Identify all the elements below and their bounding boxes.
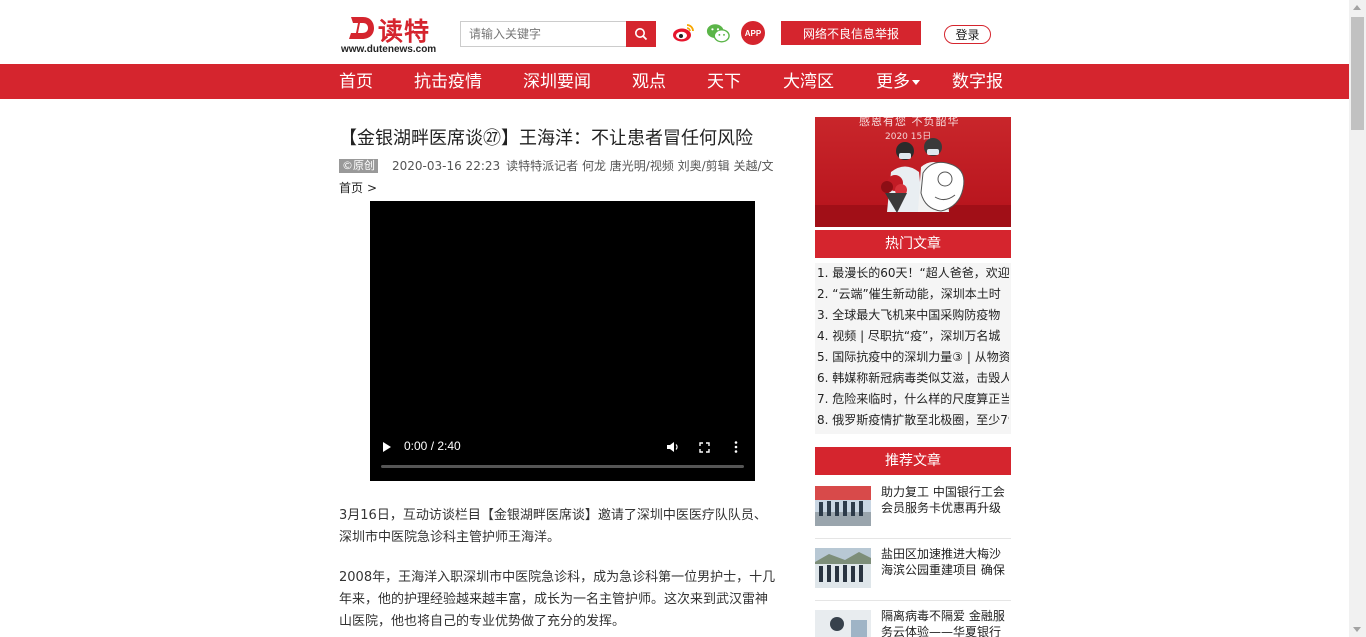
site-logo[interactable]: 读特 www.dutenews.com: [340, 12, 450, 58]
divider: [815, 600, 1011, 601]
recommended-article-title: 隔离病毒不隔爱 金融服务云体验——华夏银行: [881, 609, 1005, 637]
logo-text: 读特: [378, 17, 431, 46]
recommended-thumbnail: [815, 486, 871, 526]
fullscreen-icon[interactable]: [699, 442, 710, 453]
logo-d-icon: [349, 17, 374, 39]
main-nav: 首页 抗击疫情 深圳要闻 观点 天下 大湾区 更多 数字报: [0, 64, 1349, 99]
app-icon[interactable]: APP: [741, 21, 765, 45]
article-meta: ©原创 2020-03-16 22:23 读特特派记者 何龙 唐光明/视频 刘奥…: [339, 157, 774, 174]
volume-icon[interactable]: [666, 441, 680, 453]
wechat-icon[interactable]: [706, 21, 730, 45]
caret-down-icon: [912, 79, 920, 85]
article-paragraph: 2008年，王海洋入职深圳市中医院急诊科，成为急诊科第一位男护士，十几年来，他的…: [339, 570, 776, 629]
hot-articles-heading: 热门文章: [815, 230, 1011, 258]
video-time: 0:00 / 2:40: [404, 439, 461, 453]
nav-more-label: 更多: [876, 72, 910, 92]
video-player[interactable]: 0:00 / 2:40: [370, 201, 755, 481]
nav-item-home[interactable]: 首页: [339, 64, 373, 99]
nav-item-more[interactable]: 更多: [876, 64, 920, 99]
article-paragraph: 3月16日，互动访谈栏目【金银湖畔医席谈】邀请了深圳中医医疗队队员、深圳市中医院…: [339, 508, 767, 545]
hot-article-item[interactable]: 8. 俄罗斯疫情扩散至北极圈，至少79: [817, 410, 1009, 431]
nav-item-bay-area[interactable]: 大湾区: [783, 64, 834, 99]
hot-article-item[interactable]: 5. 国际抗疫中的深圳力量③ | 从物资: [817, 347, 1009, 368]
breadcrumb-arrow: >: [367, 181, 378, 195]
hot-article-item[interactable]: 4. 视频 | 尽职抗“疫”，深圳万名城: [817, 326, 1009, 347]
hot-article-item[interactable]: 1. 最漫长的60天！“超人爸爸，欢迎: [817, 263, 1009, 284]
recommended-article-item[interactable]: 隔离病毒不隔爱 金融服务云体验——华夏银行: [815, 609, 1011, 637]
original-badge: ©原创: [339, 158, 378, 173]
scroll-thumb[interactable]: [1351, 17, 1364, 130]
banner-illustration: [815, 138, 1011, 227]
nav-item-opinion[interactable]: 观点: [632, 64, 666, 99]
recommended-thumbnail: [815, 548, 871, 588]
recommended-article-item[interactable]: 盐田区加速推进大梅沙海滨公园重建项目 确保: [815, 547, 1011, 600]
video-progress-bar[interactable]: [381, 465, 744, 468]
recommended-article-title: 助力复工 中国银行工会会员服务卡优惠再升级: [881, 485, 1005, 515]
sidebar-banner-image[interactable]: 感恩有您 不负韶华 2020 15日: [815, 117, 1011, 227]
scroll-down-arrow-icon[interactable]: [1353, 627, 1361, 632]
breadcrumb: 首页 >: [339, 179, 377, 196]
hot-article-item[interactable]: 2. “云端”催生新动能，深圳本土时: [817, 284, 1009, 305]
more-options-icon[interactable]: [734, 441, 738, 453]
search-button[interactable]: [626, 21, 656, 47]
recommended-article-item[interactable]: 助力复工 中国银行工会会员服务卡优惠再升级: [815, 485, 1011, 538]
nav-item-digital-paper[interactable]: 数字报: [952, 64, 1003, 99]
search-box: [460, 21, 656, 47]
report-button[interactable]: 网络不良信息举报: [781, 21, 921, 45]
nav-item-world[interactable]: 天下: [707, 64, 741, 99]
play-icon[interactable]: [383, 442, 391, 452]
divider: [815, 538, 1011, 539]
nav-item-shenzhen[interactable]: 深圳要闻: [523, 64, 591, 99]
article-datetime: 2020-03-16 22:23: [392, 158, 501, 173]
login-button[interactable]: 登录: [944, 25, 991, 44]
search-input[interactable]: [461, 22, 627, 46]
article-title: 【金银湖畔医席谈㉗】王海洋：不让患者冒任何风险: [339, 128, 753, 149]
hot-article-item[interactable]: 6. 韩媒称新冠病毒类似艾滋，击毁人: [817, 368, 1009, 389]
logo-url: www.dutenews.com: [341, 44, 437, 55]
hot-article-item[interactable]: 7. 危险来临时，什么样的尺度算正当: [817, 389, 1009, 410]
nav-item-epidemic[interactable]: 抗击疫情: [414, 64, 482, 99]
page-scrollbar[interactable]: [1349, 0, 1366, 637]
search-icon: [635, 28, 648, 41]
recommended-articles-heading: 推荐文章: [815, 447, 1011, 475]
wechat-glyph-icon: [706, 24, 730, 43]
recommended-thumbnail: [815, 610, 871, 637]
recommended-article-title: 盐田区加速推进大梅沙海滨公园重建项目 确保: [881, 547, 1005, 577]
hot-articles-list: 1. 最漫长的60天！“超人爸爸，欢迎 2. “云端”催生新动能，深圳本土时 3…: [815, 263, 1011, 434]
scroll-up-arrow-icon[interactable]: [1353, 5, 1361, 10]
site-header: 读特 www.dutenews.com APP: [0, 0, 1349, 64]
article-byline: 读特特派记者 何龙 唐光明/视频 刘奥/剪辑 关越/文: [506, 159, 774, 173]
weibo-icon[interactable]: [671, 21, 695, 45]
breadcrumb-home-link[interactable]: 首页: [339, 181, 363, 195]
hot-article-item[interactable]: 3. 全球最大飞机来中国采购防疫物: [817, 305, 1009, 326]
weibo-glyph-icon: [673, 24, 694, 42]
